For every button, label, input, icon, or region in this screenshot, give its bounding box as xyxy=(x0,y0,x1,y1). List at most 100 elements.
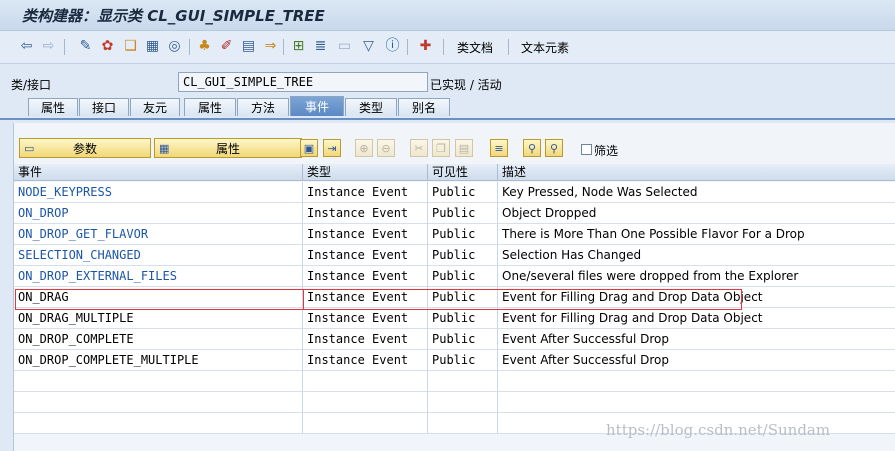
cell-type[interactable]: Instance Event xyxy=(303,329,428,350)
cell-type[interactable]: Instance Event xyxy=(303,350,428,371)
table-row[interactable]: ON_DROP_COMPLETE Instance Event Public Even… xyxy=(14,329,895,350)
cell-visibility[interactable]: Public xyxy=(428,329,498,350)
class-name-field[interactable]: CL_GUI_SIMPLE_TREE xyxy=(178,72,428,92)
cell-event[interactable] xyxy=(14,413,303,434)
tab-friends[interactable]: 友元 xyxy=(130,98,180,116)
align-icon[interactable]: ≣ xyxy=(312,38,329,55)
table-row[interactable]: ON_DROP_GET_FLAVOR Instance Event Public Th… xyxy=(14,224,895,245)
info-icon[interactable]: ⓘ xyxy=(384,38,401,55)
cell-description[interactable]: Event for Filling Drag and Drop Data Obj… xyxy=(498,308,895,329)
empty-row[interactable] xyxy=(14,371,895,392)
tab-events[interactable]: 事件 xyxy=(290,96,344,116)
tab-methods[interactable]: 方法 xyxy=(237,98,289,116)
enhance-icon[interactable]: ✚ xyxy=(417,38,434,55)
cell-description[interactable]: Key Pressed, Node Was Selected xyxy=(498,182,895,203)
cell-description[interactable]: One/several files were dropped from the … xyxy=(498,266,895,287)
pencil-icon[interactable]: ✐ xyxy=(218,38,235,55)
export-icon[interactable]: ⇥ xyxy=(323,139,341,157)
hierarchy-icon[interactable]: ⊞ xyxy=(290,38,307,55)
activate-icon[interactable]: ❏ xyxy=(122,38,139,55)
navigation-icon[interactable]: ⇒ xyxy=(262,38,279,55)
cell-visibility[interactable]: Public xyxy=(428,182,498,203)
column-header-description[interactable]: 描述 xyxy=(498,164,895,181)
column-header-event[interactable]: 事件 xyxy=(14,164,303,181)
paste-icon[interactable]: ▤ xyxy=(455,139,473,157)
attributes-button[interactable]: ▦ 属性 xyxy=(154,138,302,158)
find-icon[interactable]: ⚲ xyxy=(523,139,541,157)
watermark: https://blog.csdn.net/Sundam xyxy=(606,421,831,439)
tab-interfaces[interactable]: 接口 xyxy=(79,98,129,116)
class-docs-button[interactable]: 类文档 xyxy=(457,39,493,56)
cell-visibility[interactable] xyxy=(428,392,498,413)
tab-types[interactable]: 类型 xyxy=(345,98,397,116)
cell-description[interactable]: There is More Than One Possible Flavor F… xyxy=(498,224,895,245)
tab-aliases[interactable]: 别名 xyxy=(398,98,450,116)
cell-event[interactable]: ON_DRAG_MULTIPLE xyxy=(14,308,303,329)
column-header-type[interactable]: 类型 xyxy=(303,164,428,181)
text-elements-button[interactable]: 文本元素 xyxy=(521,39,569,56)
cell-type[interactable]: Instance Event xyxy=(303,203,428,224)
cell-visibility[interactable]: Public xyxy=(428,266,498,287)
cell-description[interactable]: Selection Has Changed xyxy=(498,245,895,266)
tab-properties[interactable]: 属性 xyxy=(28,98,78,116)
cell-event[interactable]: ON_DROP_EXTERNAL_FILES xyxy=(14,266,303,287)
cell-event[interactable] xyxy=(14,392,303,413)
cell-description[interactable] xyxy=(498,371,895,392)
cut-icon[interactable]: ✂ xyxy=(410,139,428,157)
cell-event[interactable]: ON_DROP_COMPLETE xyxy=(14,329,303,350)
delete-row-icon[interactable]: ⊖ xyxy=(377,139,395,157)
copy-grid-icon[interactable]: ▣ xyxy=(300,139,318,157)
cell-description[interactable] xyxy=(498,392,895,413)
cell-type[interactable]: Instance Event xyxy=(303,182,428,203)
cell-visibility[interactable] xyxy=(428,413,498,434)
cell-event[interactable]: ON_DROP xyxy=(14,203,303,224)
insert-row-icon[interactable]: ⊕ xyxy=(355,139,373,157)
where-used-icon[interactable]: ◎ xyxy=(166,38,183,55)
cell-type[interactable]: Instance Event xyxy=(303,266,428,287)
back-icon[interactable]: ⇦ xyxy=(18,38,35,55)
cell-visibility[interactable]: Public xyxy=(428,350,498,371)
display-object-icon[interactable]: ▤ xyxy=(240,38,257,55)
cell-event[interactable]: NODE_KEYPRESS xyxy=(14,182,303,203)
table-row[interactable]: SELECTION_CHANGED Instance Event Public Sel… xyxy=(14,245,895,266)
cell-visibility[interactable]: Public xyxy=(428,224,498,245)
details-icon[interactable]: ≡ xyxy=(490,139,508,157)
find-next-icon[interactable]: ⚲ xyxy=(545,139,563,157)
cell-visibility[interactable] xyxy=(428,371,498,392)
cell-visibility[interactable]: Public xyxy=(428,308,498,329)
cell-description[interactable]: Event After Successful Drop xyxy=(498,350,895,371)
cell-event[interactable] xyxy=(14,371,303,392)
cell-event[interactable]: ON_DROP_COMPLETE_MULTIPLE xyxy=(14,350,303,371)
copy-icon[interactable]: ❐ xyxy=(432,139,450,157)
cell-type[interactable] xyxy=(303,413,428,434)
forward-icon[interactable]: ⇨ xyxy=(40,38,57,55)
cell-description[interactable]: Object Dropped xyxy=(498,203,895,224)
table-row[interactable]: ON_DROP Instance Event Public Object Droppe… xyxy=(14,203,895,224)
cell-event[interactable]: SELECTION_CHANGED xyxy=(14,245,303,266)
cell-type[interactable]: Instance Event xyxy=(303,224,428,245)
cell-type[interactable] xyxy=(303,392,428,413)
tab-attributes[interactable]: 属性 xyxy=(184,98,236,116)
check-icon[interactable]: ✿ xyxy=(99,38,116,55)
cell-type[interactable]: Instance Event xyxy=(303,245,428,266)
cell-description[interactable]: Event After Successful Drop xyxy=(498,329,895,350)
filter-icon[interactable]: ▽ xyxy=(360,38,377,55)
object-list-icon[interactable]: ♣ xyxy=(196,38,213,55)
cell-event[interactable]: ON_DROP_GET_FLAVOR xyxy=(14,224,303,245)
test-icon[interactable]: ▦ xyxy=(144,38,161,55)
empty-row[interactable] xyxy=(14,392,895,413)
cell-visibility[interactable]: Public xyxy=(428,245,498,266)
toolbar-separator xyxy=(508,39,509,55)
cell-type[interactable] xyxy=(303,371,428,392)
parameters-button[interactable]: ▭ 参数 xyxy=(19,138,151,158)
display-change-icon[interactable]: ✎ xyxy=(77,38,94,55)
layout-icon[interactable]: ▭ xyxy=(336,38,353,55)
cell-visibility[interactable]: Public xyxy=(428,203,498,224)
cell-type[interactable]: Instance Event xyxy=(303,308,428,329)
table-row[interactable]: NODE_KEYPRESS Instance Event Public Key Pre… xyxy=(14,182,895,203)
column-header-visibility[interactable]: 可见性 xyxy=(428,164,498,181)
filter-checkbox[interactable] xyxy=(581,144,592,155)
table-row[interactable]: ON_DROP_COMPLETE_MULTIPLE Instance Event P… xyxy=(14,350,895,371)
table-row[interactable]: ON_DRAG_MULTIPLE Instance Event Public Even… xyxy=(14,308,895,329)
table-row[interactable]: ON_DROP_EXTERNAL_FILES Instance Event Publ… xyxy=(14,266,895,287)
